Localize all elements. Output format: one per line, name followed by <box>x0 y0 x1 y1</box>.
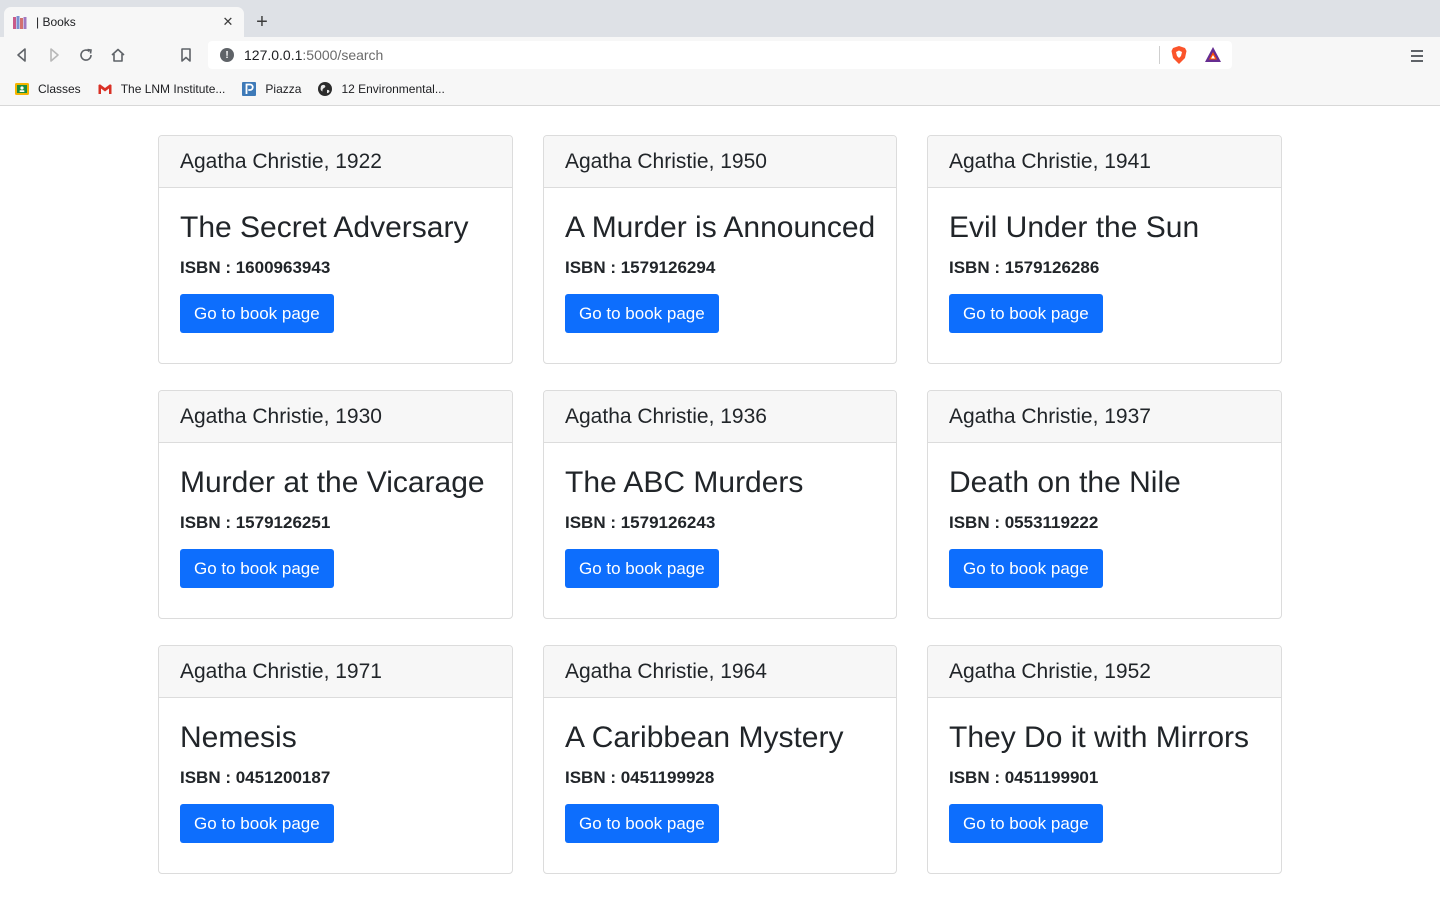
bookmark-button[interactable] <box>174 43 198 67</box>
book-card-body: Nemesis ISBN : 0451200187 Go to book pag… <box>159 698 512 843</box>
book-card: Agatha Christie, 1930 Murder at the Vica… <box>158 390 513 619</box>
book-title: The Secret Adversary <box>180 211 469 244</box>
bookmark-lnm-institute[interactable]: The LNM Institute... <box>97 81 226 97</box>
book-author-year: Agatha Christie, 1941 <box>928 136 1281 188</box>
book-card: Agatha Christie, 1950 A Murder is Announ… <box>543 135 897 364</box>
bookmark-environmental[interactable]: 12 Environmental... <box>317 81 445 97</box>
go-to-book-page-button[interactable]: Go to book page <box>180 549 334 588</box>
url-text[interactable]: 127.0.0.1:5000/search <box>244 47 1159 63</box>
bookmark-label: 12 Environmental... <box>341 82 445 96</box>
bookmark-label: The LNM Institute... <box>120 82 226 96</box>
book-author-year: Agatha Christie, 1971 <box>159 646 512 698</box>
book-author-year: Agatha Christie, 1930 <box>159 391 512 443</box>
bookmark-piazza[interactable]: Piazza <box>241 81 301 97</box>
book-author-year: Agatha Christie, 1964 <box>544 646 896 698</box>
book-card: Agatha Christie, 1937 Death on the Nile … <box>927 390 1282 619</box>
go-to-book-page-button[interactable]: Go to book page <box>565 549 719 588</box>
book-isbn: ISBN : 0451199901 <box>949 768 1099 787</box>
book-author-year: Agatha Christie, 1937 <box>928 391 1281 443</box>
forward-button[interactable] <box>42 43 66 67</box>
google-classroom-icon <box>14 81 30 97</box>
close-tab-icon[interactable]: ✕ <box>220 14 236 30</box>
book-card-body: Evil Under the Sun ISBN : 1579126286 Go … <box>928 188 1281 333</box>
go-to-book-page-button[interactable]: Go to book page <box>180 804 334 843</box>
book-card-body: Death on the Nile ISBN : 0553119222 Go t… <box>928 443 1281 588</box>
book-author-year: Agatha Christie, 1950 <box>544 136 896 188</box>
book-card: Agatha Christie, 1952 They Do it with Mi… <box>927 645 1282 874</box>
globe-icon <box>317 81 333 97</box>
go-to-book-page-button[interactable]: Go to book page <box>565 804 719 843</box>
book-author-year: Agatha Christie, 1952 <box>928 646 1281 698</box>
book-title: A Caribbean Mystery <box>565 721 844 754</box>
browser-toolbar: ! 127.0.0.1:5000/search <box>0 37 1440 73</box>
reload-button[interactable] <box>74 43 98 67</box>
bookmark-label: Classes <box>38 82 81 96</box>
brave-shields-icon[interactable] <box>1170 45 1188 65</box>
book-isbn: ISBN : 1579126243 <box>565 513 716 532</box>
book-isbn: ISBN : 1579126286 <box>949 258 1100 277</box>
back-arrow-icon <box>17 48 26 62</box>
go-to-book-page-button[interactable]: Go to book page <box>949 294 1103 333</box>
book-results-grid: Agatha Christie, 1922 The Secret Adversa… <box>158 135 1282 900</box>
bookmarks-bar: Classes The LNM Institute... Piazza 12 E… <box>0 73 1440 106</box>
home-button[interactable] <box>106 43 130 67</box>
browser-tab[interactable]: | Books ✕ <box>4 7 244 37</box>
back-button[interactable] <box>10 43 34 67</box>
book-card-body: The ABC Murders ISBN : 1579126243 Go to … <box>544 443 896 588</box>
book-title: The ABC Murders <box>565 466 804 499</box>
book-card: Agatha Christie, 1971 Nemesis ISBN : 045… <box>158 645 513 874</box>
piazza-icon <box>241 81 257 97</box>
site-info-icon[interactable]: ! <box>220 48 234 62</box>
forward-arrow-icon <box>50 48 59 62</box>
book-card: Agatha Christie, 1964 A Caribbean Myster… <box>543 645 897 874</box>
bookmark-label: Piazza <box>265 82 302 96</box>
reload-icon <box>80 48 92 61</box>
book-card-body: A Murder is Announced ISBN : 1579126294 … <box>544 188 896 333</box>
book-isbn: ISBN : 1579126294 <box>565 258 716 277</box>
book-title: Evil Under the Sun <box>949 211 1200 244</box>
browser-menu-icon[interactable] <box>1408 47 1426 65</box>
book-isbn: ISBN : 1600963943 <box>180 258 331 277</box>
go-to-book-page-button[interactable]: Go to book page <box>180 294 334 333</box>
bookmark-icon <box>181 48 191 62</box>
go-to-book-page-button[interactable]: Go to book page <box>565 294 719 333</box>
book-card-body: The Secret Adversary ISBN : 1600963943 G… <box>159 188 512 333</box>
book-card-body: Murder at the Vicarage ISBN : 1579126251… <box>159 443 512 588</box>
tab-title: | Books <box>36 15 76 29</box>
book-title: Nemesis <box>180 721 297 754</box>
go-to-book-page-button[interactable]: Go to book page <box>949 549 1103 588</box>
bookmark-classes[interactable]: Classes <box>14 81 81 97</box>
omnibox-divider <box>1159 46 1160 64</box>
brave-rewards-icon[interactable] <box>1204 46 1222 64</box>
book-author-year: Agatha Christie, 1922 <box>159 136 512 188</box>
book-isbn: ISBN : 0451199928 <box>565 768 715 787</box>
search-results-page: Agatha Christie, 1922 The Secret Adversa… <box>0 107 1440 900</box>
book-isbn: ISBN : 0451200187 <box>180 768 331 787</box>
book-author-year: Agatha Christie, 1936 <box>544 391 896 443</box>
book-isbn: ISBN : 0553119222 <box>949 513 1099 532</box>
new-tab-button[interactable]: + <box>252 11 272 33</box>
books-favicon-icon <box>13 16 27 29</box>
book-card-body: They Do it with Mirrors ISBN : 045119990… <box>928 698 1281 843</box>
book-card: Agatha Christie, 1936 The ABC Murders IS… <box>543 390 897 619</box>
book-isbn: ISBN : 1579126251 <box>180 513 331 532</box>
home-icon <box>111 48 125 62</box>
tab-strip: | Books ✕ + <box>0 0 1440 37</box>
book-title: Murder at the Vicarage <box>180 466 485 499</box>
book-title: A Murder is Announced <box>565 211 876 244</box>
gmail-icon <box>97 81 113 97</box>
book-title: Death on the Nile <box>949 466 1181 499</box>
book-title: They Do it with Mirrors <box>949 721 1250 754</box>
address-bar[interactable]: ! 127.0.0.1:5000/search <box>208 41 1232 69</box>
book-card: Agatha Christie, 1941 Evil Under the Sun… <box>927 135 1282 364</box>
book-card: Agatha Christie, 1922 The Secret Adversa… <box>158 135 513 364</box>
go-to-book-page-button[interactable]: Go to book page <box>949 804 1103 843</box>
book-card-body: A Caribbean Mystery ISBN : 0451199928 Go… <box>544 698 896 843</box>
